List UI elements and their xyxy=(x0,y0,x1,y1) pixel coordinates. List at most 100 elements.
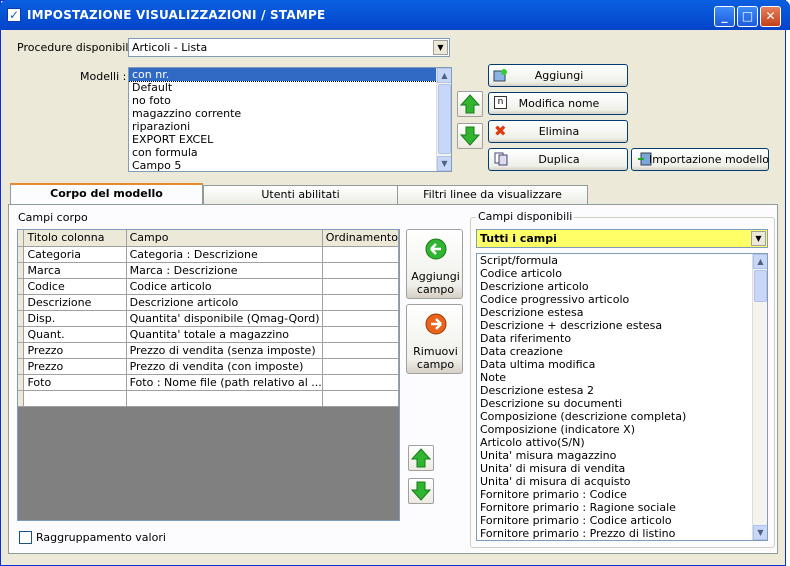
cell-campo[interactable] xyxy=(126,390,323,407)
cell-campo[interactable]: Prezzo di vendita (senza imposte) xyxy=(126,342,323,359)
cell-ordinamento[interactable] xyxy=(322,342,400,359)
cell-ordinamento[interactable] xyxy=(322,390,400,407)
modelli-item[interactable]: con formula xyxy=(129,146,451,159)
cell-campo[interactable]: Foto : Nome file (path relativo al ... xyxy=(126,374,323,391)
campi-corpo-grid[interactable]: Titolo colonna Campo Ordinamento Categor… xyxy=(17,229,400,521)
campo-disponibile-item[interactable]: Script/formula xyxy=(477,254,767,267)
cell-titolo[interactable] xyxy=(23,390,127,407)
cell-campo[interactable]: Prezzo di vendita (con imposte) xyxy=(126,358,323,375)
campo-disponibile-item[interactable]: Data ultima modifica xyxy=(477,358,767,371)
modelli-item[interactable]: no foto xyxy=(129,94,451,107)
cell-ordinamento[interactable] xyxy=(322,326,400,343)
cell-ordinamento[interactable] xyxy=(322,246,400,263)
modelli-item[interactable]: Default xyxy=(129,81,451,94)
cell-campo[interactable]: Quantita' totale a magazzino xyxy=(126,326,323,343)
campo-disponibile-item[interactable]: Data riferimento xyxy=(477,332,767,345)
cell-ordinamento[interactable] xyxy=(322,262,400,279)
cell-ordinamento[interactable] xyxy=(322,278,400,295)
procedure-select[interactable]: Articoli - Lista ▼ xyxy=(128,38,450,57)
field-move-up-button[interactable] xyxy=(408,445,434,471)
campo-disponibile-item[interactable]: Descrizione articolo xyxy=(477,280,767,293)
campo-disponibile-item[interactable]: Unita' di misura di vendita xyxy=(477,462,767,475)
cell-titolo[interactable]: Categoria xyxy=(23,246,127,263)
cell-titolo[interactable]: Descrizione xyxy=(23,294,127,311)
campo-disponibile-item[interactable]: Descrizione su documenti xyxy=(477,397,767,410)
campo-disponibile-item[interactable]: Fornitore primario : Prezzo di listino xyxy=(477,527,767,540)
rimuovi-campo-button[interactable]: Rimuovi campo xyxy=(406,304,463,374)
campo-disponibile-item[interactable]: Articolo attivo(S/N) xyxy=(477,436,767,449)
raggruppamento-checkbox[interactable] xyxy=(19,531,32,544)
cell-ordinamento[interactable] xyxy=(322,294,400,311)
aggiungi-campo-button[interactable]: Aggiungi campo xyxy=(406,229,463,299)
campo-disponibile-item[interactable]: Fornitore primario : Ragione sociale xyxy=(477,501,767,514)
cell-titolo[interactable]: Prezzo xyxy=(23,358,127,375)
minimize-button[interactable]: _ xyxy=(714,6,735,27)
tab-corpo-modello[interactable]: Corpo del modello xyxy=(10,183,203,205)
campo-disponibile-item[interactable]: Fornitore primario : Codice xyxy=(477,488,767,501)
tab-filtri-linee[interactable]: Filtri linee da visualizzare xyxy=(397,185,588,205)
close-button[interactable]: ✕ xyxy=(760,6,781,27)
cell-titolo[interactable]: Marca xyxy=(23,262,127,279)
column-header-ordinamento[interactable]: Ordinamento xyxy=(322,230,400,247)
scroll-thumb[interactable] xyxy=(438,84,451,154)
cell-titolo[interactable]: Quant. xyxy=(23,326,127,343)
chevron-down-icon[interactable]: ▼ xyxy=(751,231,766,246)
campo-disponibile-item[interactable]: Unita' misura magazzino xyxy=(477,449,767,462)
cell-ordinamento[interactable] xyxy=(322,374,400,391)
cell-campo[interactable]: Categoria : Descrizione xyxy=(126,246,323,263)
modelli-item[interactable]: Campo 5 xyxy=(129,159,451,171)
title-bar[interactable]: ✓ IMPOSTAZIONE VISUALIZZAZIONI / STAMPE … xyxy=(0,0,790,30)
cell-campo[interactable]: Descrizione articolo xyxy=(126,294,323,311)
importazione-modello-button[interactable]: Importazione modello xyxy=(631,148,769,171)
cell-ordinamento[interactable] xyxy=(322,310,400,327)
campi-disponibili-list[interactable]: Script/formula Codice articolo Descrizione… xyxy=(476,253,768,541)
scroll-up-icon[interactable]: ▲ xyxy=(753,254,767,269)
cell-campo[interactable]: Codice articolo xyxy=(126,278,323,295)
arrow-up-icon xyxy=(459,94,481,114)
modelli-scrollbar[interactable]: ▲ ▼ xyxy=(436,68,451,171)
move-up-button[interactable] xyxy=(457,91,483,117)
campo-disponibile-item[interactable]: Descrizione estesa 2 xyxy=(477,384,767,397)
cell-titolo[interactable]: Prezzo xyxy=(23,342,127,359)
campo-disponibile-item[interactable]: Descrizione + descrizione estesa xyxy=(477,319,767,332)
campo-disponibile-item[interactable]: Note xyxy=(477,371,767,384)
modelli-list[interactable]: con nr. Default no foto magazzino corren… xyxy=(128,67,452,172)
cell-campo[interactable]: Marca : Descrizione xyxy=(126,262,323,279)
scroll-thumb[interactable] xyxy=(754,270,767,302)
maximize-button[interactable]: □ xyxy=(737,6,758,27)
move-down-button[interactable] xyxy=(457,123,483,149)
elimina-label: Elimina xyxy=(538,125,580,138)
campi-scrollbar[interactable]: ▲ ▼ xyxy=(752,254,767,540)
cell-campo[interactable]: Quantita' disponibile (Qmag-Qord) xyxy=(126,310,323,327)
campo-disponibile-item[interactable]: Data creazione xyxy=(477,345,767,358)
modelli-item[interactable]: riparazioni xyxy=(129,120,451,133)
column-header-campo[interactable]: Campo xyxy=(126,230,323,247)
chevron-down-icon[interactable]: ▼ xyxy=(433,40,448,55)
campo-disponibile-item[interactable]: Descrizione estesa xyxy=(477,306,767,319)
campo-disponibile-item[interactable]: Fornitore primario : Codice articolo xyxy=(477,514,767,527)
cell-titolo[interactable]: Codice xyxy=(23,278,127,295)
cell-titolo[interactable]: Foto xyxy=(23,374,127,391)
cell-ordinamento[interactable] xyxy=(322,358,400,375)
cell-titolo[interactable]: Disp. xyxy=(23,310,127,327)
campo-disponibile-item[interactable]: Codice progressivo articolo xyxy=(477,293,767,306)
aggiungi-button[interactable]: Aggiungi xyxy=(488,64,628,87)
scroll-down-icon[interactable]: ▼ xyxy=(437,156,451,171)
duplica-button[interactable]: Duplica xyxy=(488,148,628,171)
scroll-up-icon[interactable]: ▲ xyxy=(437,68,451,83)
modifica-nome-button[interactable]: n Modifica nome xyxy=(488,92,628,115)
modelli-item[interactable]: con nr. xyxy=(129,68,451,82)
column-header-titolo[interactable]: Titolo colonna xyxy=(23,230,127,247)
campo-disponibile-item[interactable]: Codice articolo xyxy=(477,267,767,280)
modelli-item[interactable]: magazzino corrente xyxy=(129,107,451,120)
elimina-button[interactable]: ✖ Elimina xyxy=(488,120,628,143)
scroll-down-icon[interactable]: ▼ xyxy=(753,525,767,540)
campo-disponibile-item[interactable]: Composizione (indicatore X) xyxy=(477,423,767,436)
tab-utenti-abilitati[interactable]: Utenti abilitati xyxy=(203,185,398,205)
campo-disponibile-item[interactable]: Composizione (descrizione completa) xyxy=(477,410,767,423)
modelli-item[interactable]: EXPORT EXCEL xyxy=(129,133,451,146)
field-move-down-button[interactable] xyxy=(408,478,434,504)
campo-disponibile-item[interactable]: Unita' di misura di acquisto xyxy=(477,475,767,488)
campi-filter-value: Tutti i campi xyxy=(480,232,557,245)
campi-filter-select[interactable]: Tutti i campi ▼ xyxy=(476,229,768,248)
